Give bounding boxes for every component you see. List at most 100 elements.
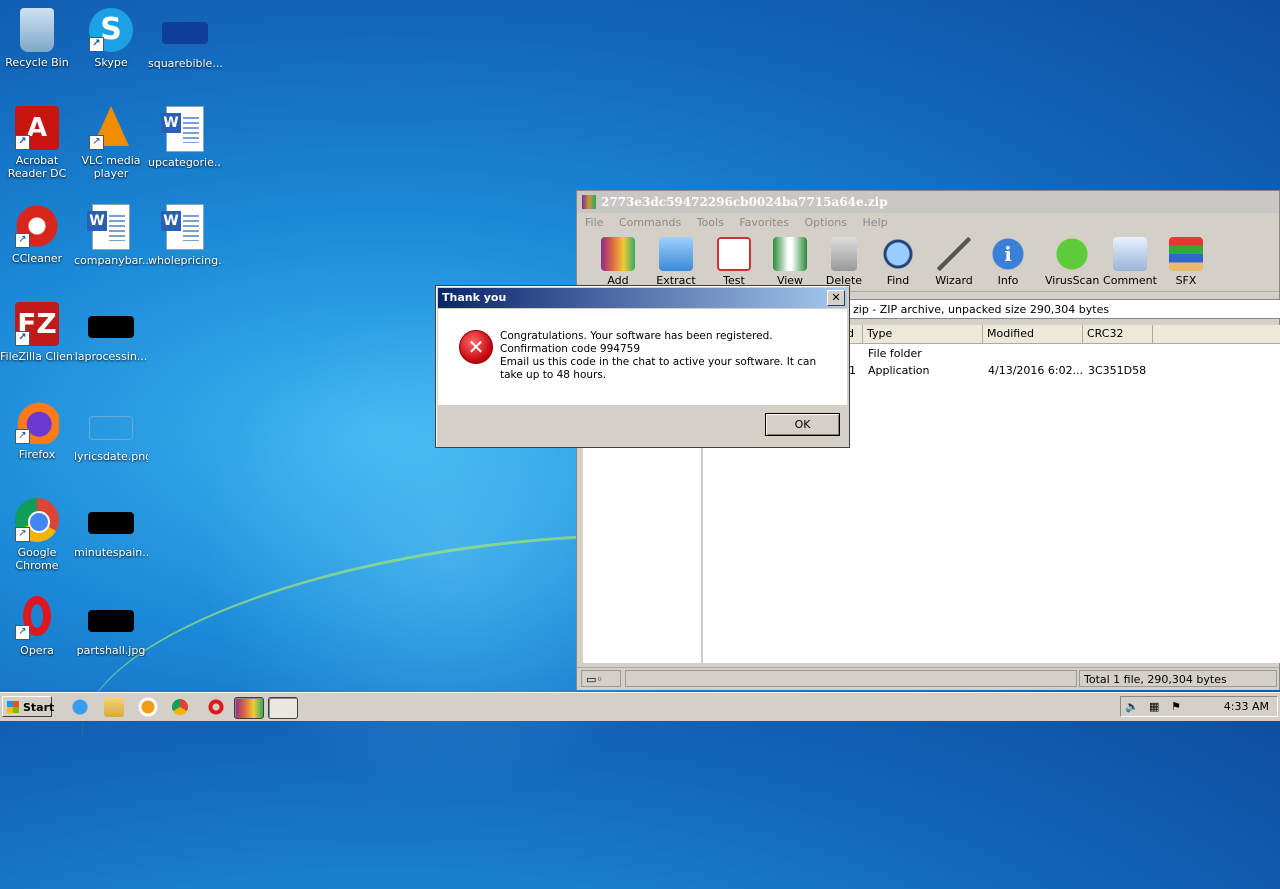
- media-player-icon[interactable]: [138, 697, 158, 717]
- sfx-button[interactable]: SFX: [1159, 237, 1213, 287]
- clock[interactable]: 4:33 AM: [1224, 697, 1269, 717]
- column-header-type[interactable]: Type: [863, 325, 983, 343]
- menu-favorites[interactable]: Favorites: [739, 216, 789, 229]
- add-button[interactable]: Add: [591, 237, 645, 287]
- shortcut-arrow-icon: ↗: [89, 135, 104, 150]
- comment-icon: [1113, 237, 1147, 271]
- desktop-icon-recycle-bin[interactable]: Recycle Bin: [0, 8, 74, 69]
- find-button[interactable]: Find: [871, 237, 925, 287]
- winrar-title: 2773e3dc59472296cb0024ba7715a64e.zip: [601, 195, 888, 209]
- status-left-segment: [625, 670, 1077, 687]
- desktop-icon-ccleaner[interactable]: ↗ CCleaner: [0, 204, 74, 265]
- opera-taskbar-icon[interactable]: [206, 697, 226, 717]
- shortcut-arrow-icon: ↗: [15, 331, 30, 346]
- desktop-icon-companybar[interactable]: W companybar...: [74, 204, 148, 267]
- ok-button[interactable]: OK: [765, 413, 840, 436]
- archive-path-field[interactable]: zip - ZIP archive, unpacked size 290,304…: [849, 299, 1280, 319]
- explorer-folder-icon[interactable]: [104, 697, 124, 717]
- winrar-taskbar-icon[interactable]: [234, 697, 264, 719]
- thank-you-dialog: Thank you ✕ ✕ Congratulations. Your soft…: [435, 285, 850, 448]
- file-thumbnail-icon: [88, 316, 134, 338]
- wand-icon: [937, 237, 971, 271]
- chrome-icon: ↗: [15, 498, 59, 542]
- delete-button[interactable]: Delete: [817, 237, 871, 287]
- dialog-title: Thank you: [442, 291, 507, 304]
- shortcut-arrow-icon: ↗: [15, 233, 30, 248]
- sfx-icon: [1169, 237, 1203, 271]
- desktop-icon-firefox[interactable]: ↗ Firefox: [0, 400, 74, 461]
- desktop-icon-partshall[interactable]: partshall.jpg: [74, 596, 148, 657]
- info-icon: i: [991, 237, 1025, 271]
- menu-commands[interactable]: Commands: [619, 216, 681, 229]
- desktop-icon-opera[interactable]: ↗ Opera: [0, 596, 74, 657]
- test-button[interactable]: Test: [707, 237, 761, 287]
- dialog-message: Congratulations. Your software has been …: [500, 330, 830, 382]
- column-header-crc32[interactable]: CRC32: [1083, 325, 1153, 343]
- taskbar: Start 🔈 ▦ ⚑ 4:33 AM: [0, 692, 1280, 721]
- desktop-icon-chrome[interactable]: ↗ Google Chrome: [0, 498, 74, 572]
- virusscan-button[interactable]: VirusScan: [1045, 237, 1099, 287]
- ie-icon[interactable]: [70, 697, 90, 717]
- desktop-icon-lyricsdate[interactable]: lyricsdate.png: [74, 400, 148, 463]
- vlc-icon: ↗: [89, 106, 133, 150]
- file-thumbnail-icon: [162, 22, 208, 45]
- shortcut-arrow-icon: ↗: [89, 37, 104, 52]
- column-header-modified[interactable]: Modified: [983, 325, 1083, 343]
- trash-icon: [831, 237, 857, 271]
- message-line-1: Congratulations. Your software has been …: [500, 330, 773, 355]
- desktop-icon-wholepricing[interactable]: W wholepricing...: [148, 204, 222, 267]
- desktop-icon-filezilla[interactable]: FZ ↗ FileZilla Client: [0, 302, 74, 363]
- flag-icon[interactable]: ⚑: [1171, 700, 1181, 713]
- info-button[interactable]: i Info: [981, 237, 1035, 287]
- skype-icon: S ↗: [89, 8, 133, 52]
- desktop-icon-acrobat[interactable]: A ↗ Acrobat Reader DC: [0, 106, 74, 180]
- wizard-button[interactable]: Wizard: [927, 237, 981, 287]
- winrar-toolbar: Add Extract To Test View Delete Find Wiz…: [577, 233, 1279, 300]
- desktop-icon-squarebible[interactable]: squarebible....: [148, 8, 222, 70]
- winrar-menu-bar: File Commands Tools Favorites Options He…: [577, 213, 1279, 233]
- acrobat-icon: A ↗: [15, 106, 59, 150]
- shortcut-arrow-icon: ↗: [15, 625, 30, 640]
- recycle-bin-icon: [20, 8, 54, 52]
- anyrun-watermark: ANY RUN: [1040, 612, 1279, 663]
- desktop-icon-laprocessin[interactable]: laprocessin...: [74, 302, 148, 363]
- comment-button[interactable]: Comment: [1103, 237, 1157, 287]
- firefox-icon: ↗: [15, 400, 59, 444]
- shortcut-arrow-icon: ↗: [15, 429, 30, 444]
- dialog-title-bar[interactable]: Thank you ✕: [438, 288, 847, 308]
- volume-icon[interactable]: 🔈: [1125, 700, 1139, 713]
- menu-options[interactable]: Options: [805, 216, 847, 229]
- dialog-taskbar-icon[interactable]: [268, 697, 298, 719]
- word-document-icon: W: [87, 204, 130, 250]
- view-button[interactable]: View: [763, 237, 817, 287]
- winrar-title-bar[interactable]: 2773e3dc59472296cb0024ba7715a64e.zip: [577, 191, 1279, 213]
- shortcut-arrow-icon: ↗: [15, 135, 30, 150]
- error-icon: ✕: [459, 330, 493, 364]
- word-document-icon: W: [161, 106, 204, 152]
- image-file-icon: [89, 416, 133, 440]
- bug-icon: [1055, 237, 1089, 271]
- close-button[interactable]: ✕: [827, 290, 845, 306]
- add-icon: [601, 237, 635, 271]
- desktop-icon-vlc[interactable]: ↗ VLC media player: [74, 106, 148, 180]
- start-button[interactable]: Start: [2, 696, 54, 717]
- desktop-icon-skype[interactable]: S ↗ Skype: [74, 8, 148, 69]
- desktop-icon-upcategorie[interactable]: W upcategorie...: [148, 106, 222, 169]
- windows-logo-icon: [7, 701, 19, 713]
- network-icon[interactable]: ▦: [1149, 700, 1159, 713]
- drive-icon[interactable]: ▭◦: [581, 670, 621, 687]
- menu-help[interactable]: Help: [862, 216, 887, 229]
- magnifier-icon: [881, 237, 915, 271]
- message-line-2: Email us this code in the chat to active…: [500, 356, 817, 381]
- word-document-icon: W: [161, 204, 204, 250]
- menu-tools[interactable]: Tools: [697, 216, 724, 229]
- winrar-icon: [582, 195, 596, 209]
- system-tray: 🔈 ▦ ⚑ 4:33 AM: [1120, 696, 1278, 717]
- desktop-icon-minutespain[interactable]: minutespain...: [74, 498, 148, 559]
- folder-icon: [659, 237, 693, 271]
- shortcut-arrow-icon: ↗: [15, 527, 30, 542]
- menu-file[interactable]: File: [585, 216, 603, 229]
- file-thumbnail-icon: [88, 512, 134, 534]
- chrome-taskbar-icon[interactable]: [172, 699, 188, 715]
- filezilla-icon: FZ ↗: [15, 302, 59, 346]
